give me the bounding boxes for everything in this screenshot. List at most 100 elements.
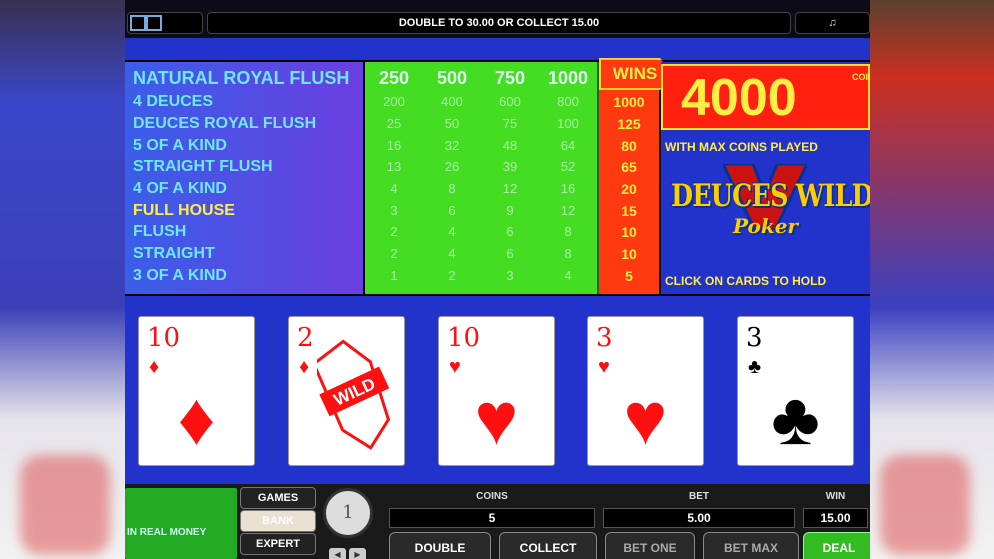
win-value: 80 — [621, 138, 637, 154]
card-rank: 10 — [147, 323, 181, 353]
sound-button[interactable]: ♫ — [795, 12, 870, 34]
info-panel: 4000 COINS WITH MAX COINS PLAYED DEUCES … — [661, 62, 870, 294]
logo-subtitle: Poker — [733, 214, 798, 238]
payout-value: 6 — [448, 203, 456, 218]
payout-column-1: 250 200 25 16 13 4 3 2 2 1 — [365, 62, 425, 294]
payout-value: 26 — [444, 159, 460, 174]
payout-value: 1000 — [547, 68, 589, 88]
coins-meter: COINS 5 — [387, 488, 597, 528]
payout-value: 4 — [564, 268, 572, 283]
payout-value: 32 — [444, 138, 460, 153]
coins-label: COINS — [476, 491, 508, 502]
logo-title: DEUCES WILD — [671, 178, 870, 214]
cards-area: 10 ♦ ♦ 2 ♦ WILD 10 ♥ ♥ 3 ♥ ♥ 3 ♣ ♣ — [125, 296, 870, 484]
payout-value: 750 — [494, 68, 526, 88]
hand-name: FLUSH — [133, 223, 187, 240]
card-2[interactable]: 2 ♦ WILD — [288, 316, 405, 466]
card-rank: 2 — [297, 323, 314, 353]
card-1[interactable]: 10 ♦ ♦ — [138, 316, 255, 466]
payout-value: 16 — [560, 181, 576, 196]
heart-icon: ♥ — [598, 356, 610, 378]
deal-button[interactable]: DEAL — [803, 532, 870, 559]
hand-name: STRAIGHT FLUSH — [133, 158, 273, 175]
payout-value: 2 — [448, 268, 456, 283]
club-icon: ♣ — [748, 356, 762, 378]
payout-value: 8 — [564, 246, 572, 261]
payout-value: 13 — [386, 159, 402, 174]
blurred-card — [880, 455, 970, 555]
payout-value: 2 — [390, 224, 398, 239]
max-coins-text: WITH MAX COINS PLAYED — [665, 140, 818, 154]
payout-value: 64 — [560, 138, 576, 153]
bet-max-button[interactable]: BET MAX — [703, 532, 799, 559]
wild-icon: WILD — [317, 339, 391, 450]
games-button[interactable]: GAMES — [240, 487, 316, 509]
diamond-icon: ♦ — [177, 377, 216, 460]
payout-value: 2 — [390, 246, 398, 261]
heart-icon: ♥ — [623, 377, 668, 460]
payout-value: 50 — [444, 116, 460, 131]
payout-column-2: 500 400 50 32 26 8 6 4 4 2 — [423, 62, 483, 294]
payout-value: 6 — [506, 246, 514, 261]
club-icon: ♣ — [771, 377, 820, 460]
coin-dial[interactable]: 1 — [323, 488, 373, 538]
card-5[interactable]: 3 ♣ ♣ — [737, 316, 854, 466]
expert-button[interactable]: EXPERT — [240, 533, 316, 555]
payout-value: 48 — [502, 138, 518, 153]
card-4[interactable]: 3 ♥ ♥ — [587, 316, 704, 466]
diamond-icon: ♦ — [149, 356, 160, 378]
bank-button[interactable]: BANK — [240, 510, 316, 532]
payout-value: 500 — [436, 68, 468, 88]
sound-icon: ♫ — [828, 17, 837, 29]
menu-icon — [130, 15, 146, 31]
control-panel: IN REAL MONEY GAMES BANK EXPERT 1 ◀ ▶ COI… — [125, 484, 870, 559]
win-value: 10 — [621, 224, 637, 240]
payout-value: 75 — [502, 116, 518, 131]
heart-icon: ♥ — [449, 356, 461, 378]
blurred-card — [20, 455, 110, 555]
status-message: DOUBLE TO 30.00 OR COLLECT 15.00 — [207, 12, 791, 34]
win-value: 15 — [621, 203, 637, 219]
heart-icon: ♥ — [474, 377, 519, 460]
card-rank: 3 — [746, 323, 763, 353]
coins-value: 5 — [389, 508, 595, 528]
payout-value: 600 — [499, 94, 521, 109]
win-value: 15.00 — [803, 508, 868, 528]
menu-icon — [146, 15, 162, 31]
payout-value: 250 — [378, 68, 410, 88]
collect-button[interactable]: COLLECT — [499, 532, 597, 559]
real-money-button[interactable]: IN REAL MONEY — [125, 488, 237, 559]
card-3[interactable]: 10 ♥ ♥ — [438, 316, 555, 466]
bet-one-button[interactable]: BET ONE — [605, 532, 695, 559]
decrease-icon[interactable]: ◀ — [329, 548, 346, 559]
jackpot-display: 4000 COINS — [661, 64, 870, 130]
top-bar: DOUBLE TO 30.00 OR COLLECT 15.00 ♫ — [125, 0, 870, 38]
hand-name: 4 OF A KIND — [133, 180, 227, 197]
payout-value: 3 — [390, 203, 398, 218]
left-background — [0, 0, 125, 559]
payout-value: 12 — [560, 203, 576, 218]
win-value: 5 — [625, 268, 633, 284]
bet-value: 5.00 — [603, 508, 795, 528]
payout-value: 9 — [506, 203, 514, 218]
double-button[interactable]: DOUBLE — [389, 532, 491, 559]
hand-name: DEUCES ROYAL FLUSH — [133, 115, 317, 132]
menu-button[interactable] — [127, 12, 203, 34]
payout-value: 8 — [564, 224, 572, 239]
increase-icon[interactable]: ▶ — [349, 548, 366, 559]
payout-value: 8 — [448, 181, 456, 196]
payout-value: 800 — [557, 94, 579, 109]
win-value: 20 — [621, 181, 637, 197]
card-rank: 10 — [447, 323, 481, 353]
payout-value: 3 — [506, 268, 514, 283]
video-poker-game: DOUBLE TO 30.00 OR COLLECT 15.00 ♫ NATUR… — [125, 0, 870, 559]
payout-column-4: 1000 800 100 64 52 16 12 8 8 4 — [539, 62, 599, 294]
payout-value: 100 — [557, 116, 579, 131]
win-value: 1000 — [613, 94, 645, 110]
game-logo: DEUCES WILD Poker — [671, 164, 870, 254]
hand-name: 4 DEUCES — [133, 93, 214, 110]
diamond-icon: ♦ — [299, 356, 310, 378]
win-label: WIN — [825, 491, 846, 502]
wins-column: WINS 1000 125 80 65 20 15 10 10 5 — [599, 58, 671, 294]
win-value: 10 — [621, 246, 637, 262]
